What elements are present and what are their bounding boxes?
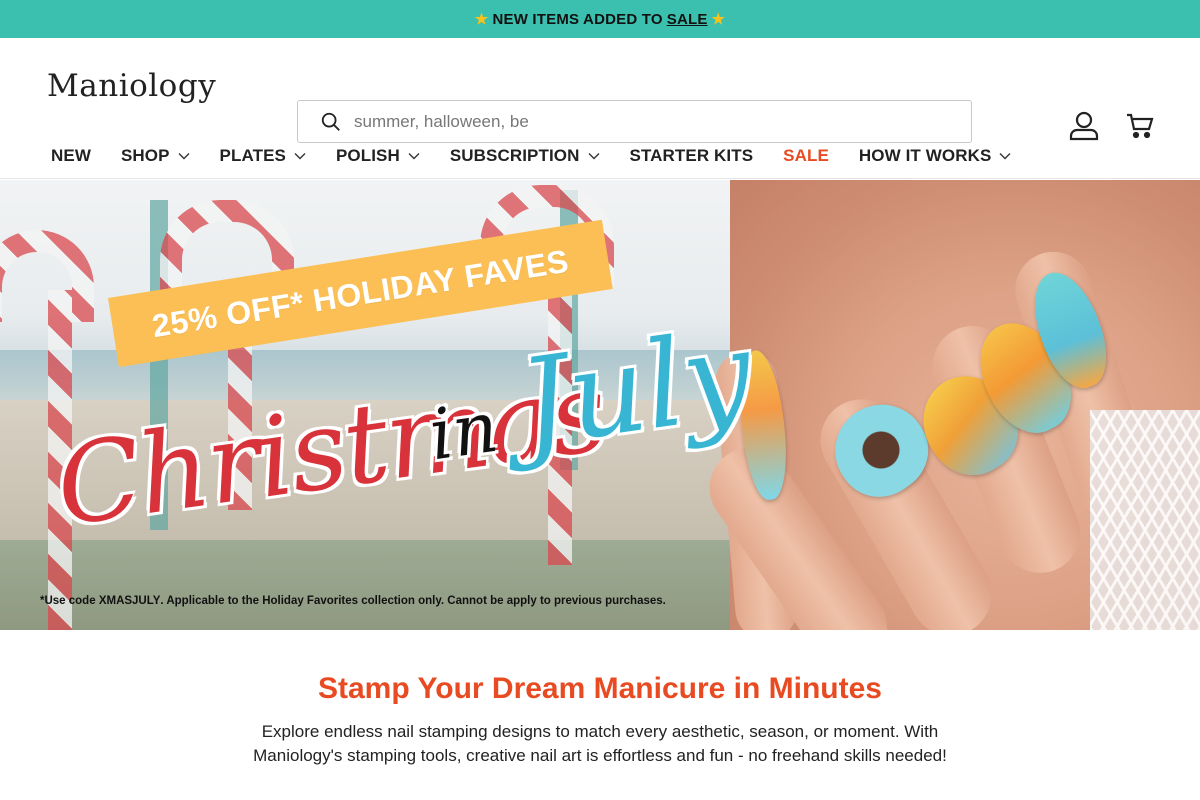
chevron-down-icon (178, 153, 190, 160)
hero-disclaimer: *Use code XMASJULY. Applicable to the Ho… (40, 595, 666, 607)
nav-item-subscription[interactable]: SUBSCRIPTION (450, 146, 600, 166)
nav-item-new[interactable]: NEW (51, 146, 91, 166)
nav-item-polish[interactable]: POLISH (336, 146, 420, 166)
intro-title: Stamp Your Dream Manicure in Minutes (317, 672, 882, 705)
chevron-down-icon (408, 153, 420, 160)
hero-banner[interactable]: 25% OFF* HOLIDAY FAVES Christmas in July… (0, 180, 1200, 630)
hero-grass (0, 540, 760, 630)
hero-headline-in: in (424, 385, 503, 477)
announcement-sale-link[interactable]: SALE (667, 11, 708, 28)
promo-code: XMASJULY (98, 595, 161, 607)
chevron-down-icon (999, 153, 1011, 160)
intro-body: Explore endless nail stamping designs to… (253, 722, 947, 765)
nav-item-shop[interactable]: SHOP (121, 146, 190, 166)
chevron-down-icon (588, 153, 599, 160)
search-icon[interactable] (320, 111, 342, 133)
nav-item-starter-kits[interactable]: STARTER KITS (630, 146, 754, 166)
star-icon: ★ (474, 11, 489, 28)
logo[interactable]: Maniology (47, 68, 216, 104)
nav-item-how-it-works[interactable]: HOW IT WORKS (859, 146, 1011, 166)
chevron-down-icon (294, 153, 306, 160)
nav-item-sale[interactable]: SALE (783, 146, 829, 166)
site-header: Maniology (0, 38, 1200, 143)
intro-section: Stamp Your Dream Manicure in Minutes Exp… (0, 630, 1200, 768)
search-input[interactable] (352, 110, 916, 133)
main-nav: NEW SHOP PLATES POLISH SUBSCRIPTION STAR… (0, 134, 1200, 179)
announcement-text: NEW ITEMS ADDED TO (492, 10, 663, 28)
hero-candy-cane (0, 230, 94, 322)
announcement-bar: ★ NEW ITEMS ADDED TO SALE ★ (0, 0, 1200, 38)
hero-lace (1090, 410, 1200, 630)
star-icon: ★ (711, 11, 726, 28)
nav-item-plates[interactable]: PLATES (220, 146, 306, 166)
